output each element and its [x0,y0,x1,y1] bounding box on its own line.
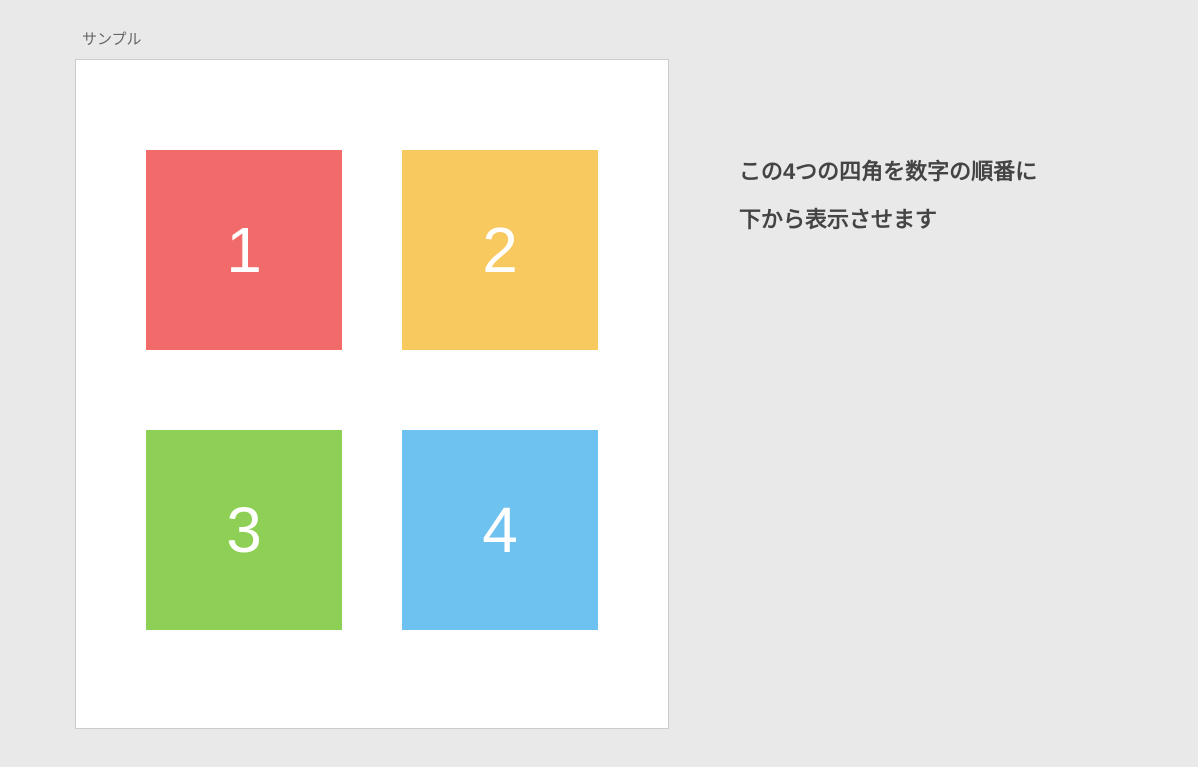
sample-frame: 1 2 3 4 [75,59,669,729]
box-1: 1 [146,150,342,350]
sample-label: サンプル [82,28,669,49]
box-2-number: 2 [482,213,518,287]
box-3: 3 [146,430,342,630]
box-2: 2 [402,150,598,350]
left-column: サンプル 1 2 3 4 [40,28,669,739]
row-1: 1 2 [146,150,598,350]
box-3-number: 3 [226,493,262,567]
description-line-1: この4つの四角を数字の順番に [739,148,1158,196]
right-column: この4つの四角を数字の順番に 下から表示させます [739,28,1158,739]
description-text: この4つの四角を数字の順番に 下から表示させます [739,148,1158,245]
box-1-number: 1 [226,213,262,287]
description-line-2: 下から表示させます [739,196,1158,244]
box-4-number: 4 [482,493,518,567]
row-2: 3 4 [146,430,598,630]
box-4: 4 [402,430,598,630]
